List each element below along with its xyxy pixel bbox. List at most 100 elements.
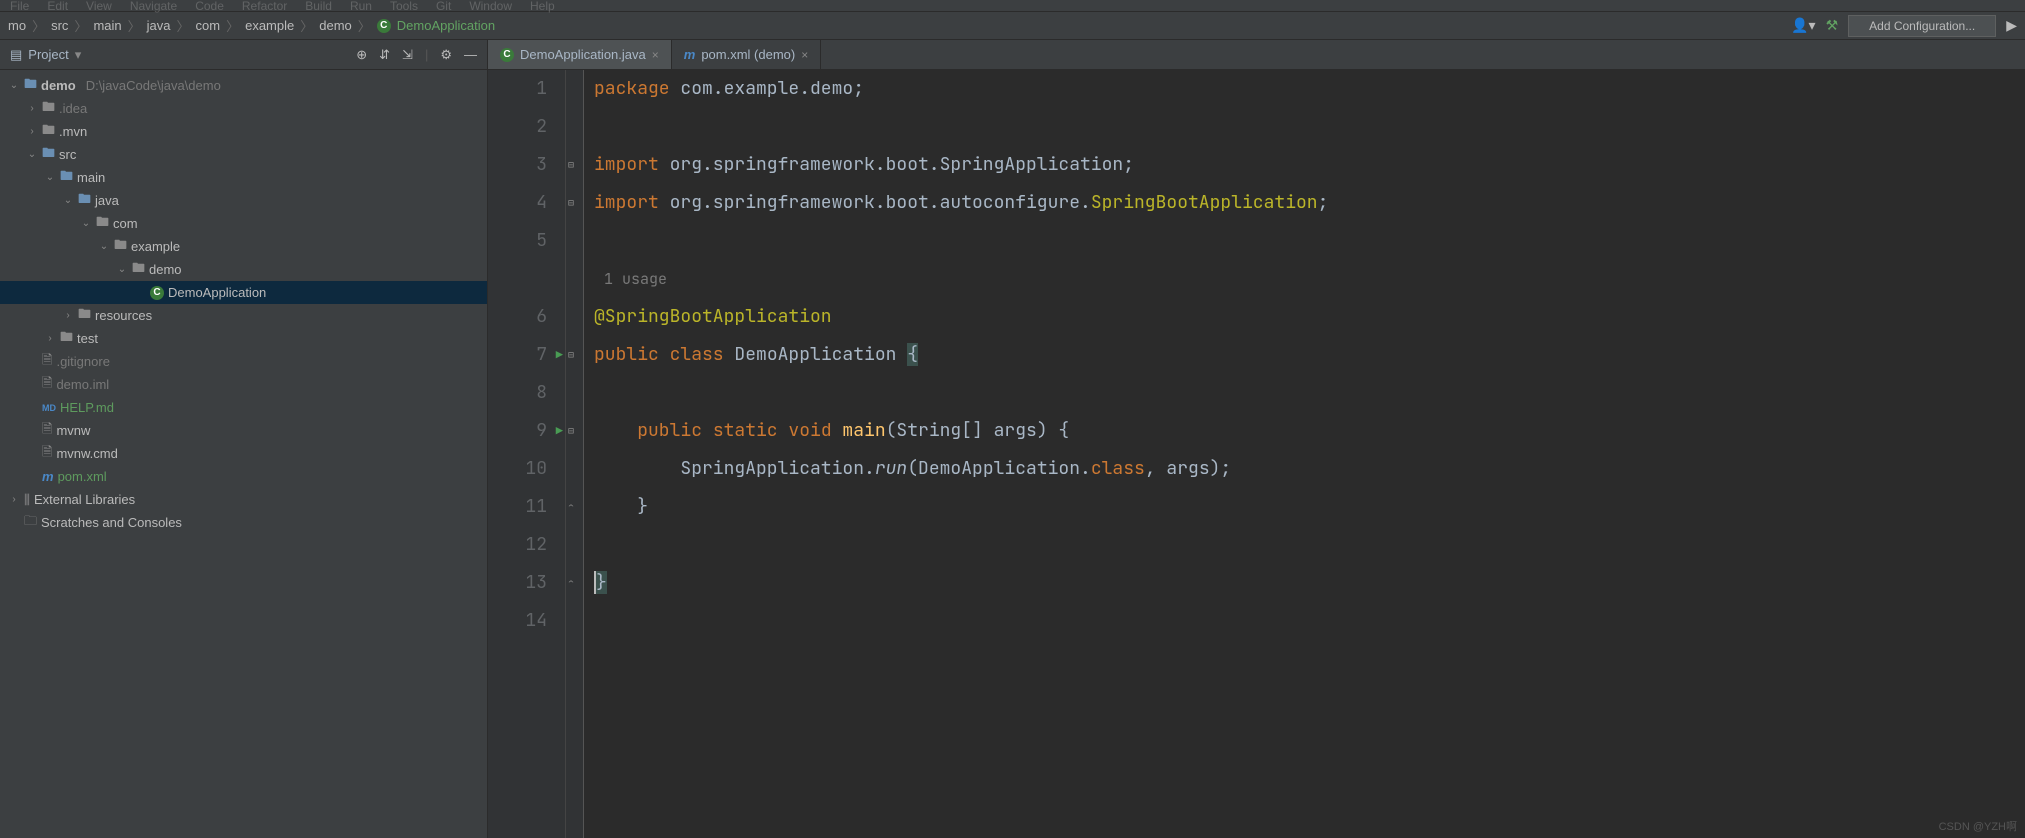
run-icon[interactable]: ▶ xyxy=(2006,17,2017,34)
editor-tab[interactable]: mpom.xml (demo)× xyxy=(672,40,822,69)
project-tree[interactable]: ⌄🖿demoD:\javaCode\java\demo›🖿.idea›🖿.mvn… xyxy=(0,70,487,838)
tree-item[interactable]: ›🖿.mvn xyxy=(0,120,487,143)
editor-tab[interactable]: CDemoApplication.java× xyxy=(488,40,672,69)
folder-icon: 🖿 xyxy=(60,167,73,189)
chevron-icon[interactable]: › xyxy=(62,310,74,321)
code-line[interactable]: import org.springframework.boot.autoconf… xyxy=(594,184,2025,222)
file-icon: 🗎 xyxy=(42,420,52,442)
folder-icon: 🖿 xyxy=(42,144,55,166)
tree-item[interactable]: 🗎.gitignore xyxy=(0,350,487,373)
chevron-icon[interactable]: ⌄ xyxy=(8,80,20,91)
usage-hint[interactable]: 1 usage xyxy=(594,260,2025,298)
code-line[interactable]: import org.springframework.boot.SpringAp… xyxy=(594,146,2025,184)
file-icon: 🗎 xyxy=(42,351,52,373)
tree-item[interactable]: 🗀Scratches and Consoles xyxy=(0,511,487,534)
fold-column[interactable]: ⊟⊟⊟⊟⌃⌃ xyxy=(566,70,584,838)
fold-icon[interactable]: ⌃ xyxy=(568,488,574,526)
fold-icon[interactable]: ⌃ xyxy=(568,564,574,602)
breadcrumb-item[interactable]: main xyxy=(93,18,121,33)
tree-item[interactable]: CDemoApplication xyxy=(0,281,487,304)
maven-icon: m xyxy=(42,469,54,484)
code-line[interactable]: public static void main(String[] args) { xyxy=(594,412,2025,450)
tab-label: pom.xml (demo) xyxy=(701,47,795,62)
chevron-icon[interactable]: › xyxy=(26,103,38,114)
collapse-icon[interactable]: ⇲ xyxy=(402,47,413,63)
tree-item[interactable]: ›🖿.idea xyxy=(0,97,487,120)
select-opened-icon[interactable]: ⊕ xyxy=(356,47,367,63)
class-icon: C xyxy=(500,48,514,62)
code-line[interactable]: } xyxy=(594,564,2025,602)
chevron-icon[interactable]: ⌄ xyxy=(44,172,56,183)
tree-item[interactable]: mpom.xml xyxy=(0,465,487,488)
tree-item[interactable]: ⌄🖿java xyxy=(0,189,487,212)
breadcrumb-current[interactable]: DemoApplication xyxy=(397,18,495,33)
code-line[interactable]: SpringApplication.run(DemoApplication.cl… xyxy=(594,450,2025,488)
tree-item[interactable]: ›⫼External Libraries xyxy=(0,488,487,511)
tree-item[interactable]: ⌄🖿main xyxy=(0,166,487,189)
user-icon[interactable]: 👤▾ xyxy=(1791,17,1815,34)
fold-icon[interactable]: ⊟ xyxy=(568,412,574,450)
tree-label: src xyxy=(59,147,76,162)
chevron-icon[interactable]: › xyxy=(8,494,20,505)
tree-item[interactable]: ›🖿test xyxy=(0,327,487,350)
chevron-icon[interactable]: ⌄ xyxy=(62,195,74,206)
build-icon[interactable]: ⚒ xyxy=(1826,17,1839,34)
expand-icon[interactable]: ⇵ xyxy=(379,47,390,63)
code-line[interactable] xyxy=(594,108,2025,146)
run-gutter-icon[interactable]: ▶ xyxy=(556,336,563,374)
breadcrumb-item[interactable]: src xyxy=(51,18,68,33)
tree-item[interactable]: ⌄🖿demo xyxy=(0,258,487,281)
tree-item[interactable]: MDHELP.md xyxy=(0,396,487,419)
code-line[interactable]: } xyxy=(594,488,2025,526)
tree-label: com xyxy=(113,216,138,231)
code-line[interactable] xyxy=(594,602,2025,640)
tree-item[interactable]: ⌄🖿example xyxy=(0,235,487,258)
chevron-icon[interactable]: › xyxy=(44,333,56,344)
code-line[interactable]: package com.example.demo; xyxy=(594,70,2025,108)
add-configuration-button[interactable]: Add Configuration... xyxy=(1848,15,1996,37)
gutter[interactable]: 1234567▶89▶1011121314 xyxy=(488,70,566,838)
scratch-icon: 🗀 xyxy=(24,512,37,534)
fold-icon[interactable]: ⊟ xyxy=(568,336,574,374)
sidebar-header: ▤ Project ▾ ⊕ ⇵ ⇲ | ⚙ — xyxy=(0,40,487,70)
dropdown-icon[interactable]: ▾ xyxy=(75,47,82,63)
chevron-icon[interactable]: ⌄ xyxy=(116,264,128,275)
breadcrumb-item[interactable]: com xyxy=(196,18,221,33)
breadcrumb-item[interactable]: java xyxy=(147,18,171,33)
code-line[interactable]: public class DemoApplication { xyxy=(594,336,2025,374)
tree-item[interactable]: ⌄ 🖿 src xyxy=(0,143,487,166)
settings-icon[interactable]: ⚙ xyxy=(440,47,452,63)
chevron-icon[interactable]: ⌄ xyxy=(80,218,92,229)
tree-item[interactable]: ›🖿resources xyxy=(0,304,487,327)
tree-item[interactable]: ⌄🖿com xyxy=(0,212,487,235)
tree-item[interactable]: ⌄🖿demoD:\javaCode\java\demo xyxy=(0,74,487,97)
tree-item[interactable]: 🗎demo.iml xyxy=(0,373,487,396)
watermark: CSDN @YZH啊 xyxy=(1939,818,2017,834)
chevron-icon[interactable]: ⌄ xyxy=(26,149,38,160)
breadcrumb-item[interactable]: example xyxy=(245,18,294,33)
chevron-icon[interactable]: ⌄ xyxy=(98,241,110,252)
tree-item[interactable]: 🗎mvnw xyxy=(0,419,487,442)
close-icon[interactable]: × xyxy=(652,48,659,62)
folder-icon: 🖿 xyxy=(42,121,55,143)
code-line[interactable]: @SpringBootApplication xyxy=(594,298,2025,336)
code-line[interactable] xyxy=(594,222,2025,260)
code-line[interactable] xyxy=(594,374,2025,412)
breadcrumb-item[interactable]: demo xyxy=(319,18,352,33)
tree-label: DemoApplication xyxy=(168,285,266,300)
chevron-icon[interactable]: › xyxy=(26,126,38,137)
close-icon[interactable]: × xyxy=(801,48,808,62)
code-line[interactable] xyxy=(594,526,2025,564)
navbar: mo〉src〉main〉java〉com〉example〉demo〉CDemoA… xyxy=(0,12,2025,40)
library-icon: ⫼ xyxy=(24,492,30,508)
run-gutter-icon[interactable]: ▶ xyxy=(556,412,563,450)
project-label: Project xyxy=(28,47,68,62)
code-content[interactable]: package com.example.demo; import org.spri… xyxy=(584,70,2025,838)
breadcrumb-item[interactable]: mo xyxy=(8,18,26,33)
fold-icon[interactable]: ⊟ xyxy=(568,184,574,222)
tree-item[interactable]: 🗎mvnw.cmd xyxy=(0,442,487,465)
fold-icon[interactable]: ⊟ xyxy=(568,146,574,184)
code-editor[interactable]: 1234567▶89▶1011121314 ⊟⊟⊟⊟⌃⌃ package com… xyxy=(488,70,2025,838)
hide-icon[interactable]: — xyxy=(464,47,477,62)
project-tool-icon[interactable]: ▤ xyxy=(10,47,22,63)
